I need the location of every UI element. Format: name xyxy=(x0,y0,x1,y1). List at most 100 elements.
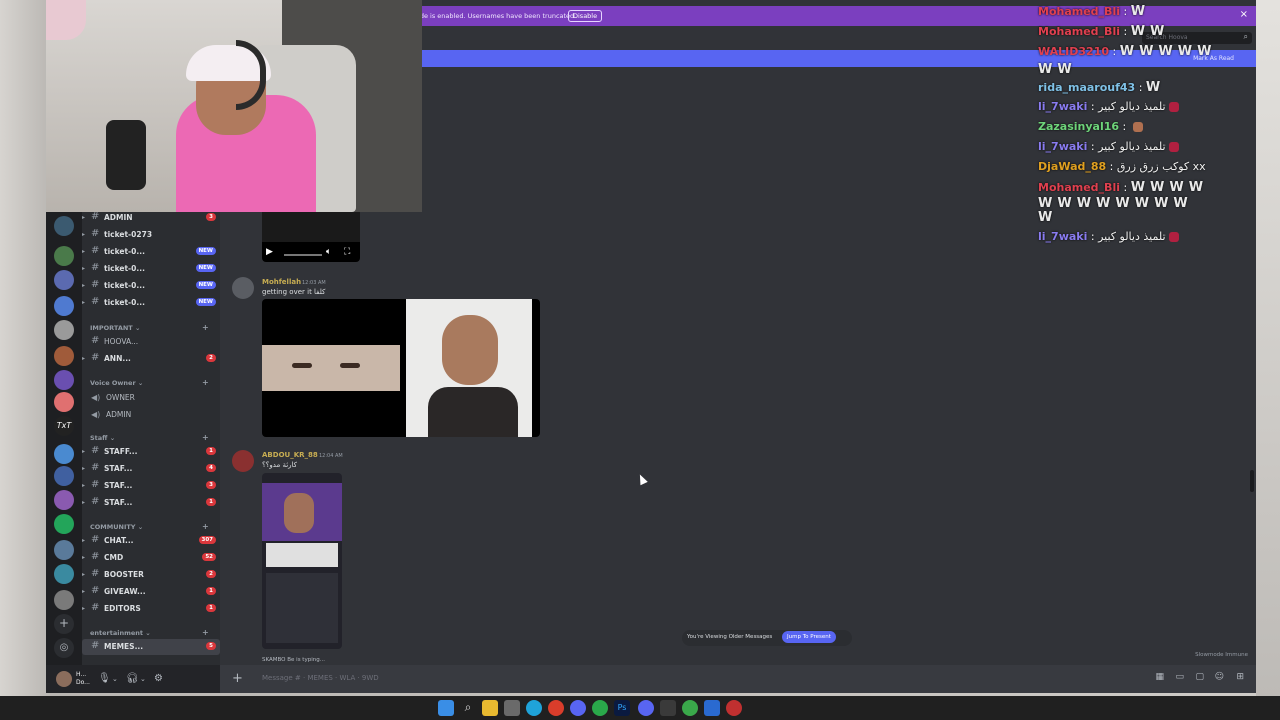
channel-item[interactable]: ▸ # CMD 52 xyxy=(82,550,220,566)
edge-icon[interactable] xyxy=(526,700,542,716)
server-icon[interactable] xyxy=(54,270,74,290)
server-icon[interactable]: TxT xyxy=(54,416,74,436)
server-icon[interactable] xyxy=(54,392,74,412)
add-channel-icon[interactable]: + xyxy=(202,628,209,637)
video-progress[interactable] xyxy=(284,254,322,256)
add-channel-icon[interactable]: + xyxy=(202,323,209,332)
channel-item[interactable]: ▸ # STAF... 3 xyxy=(82,478,220,494)
app-icon[interactable] xyxy=(682,700,698,716)
explore-icon[interactable]: ◎ xyxy=(54,638,74,658)
app-icon[interactable] xyxy=(660,700,676,716)
emote-icon xyxy=(1168,232,1179,242)
headphones-icon[interactable]: 🎧︎ xyxy=(126,673,139,684)
channel-item[interactable]: ▸ # ticket-0273 xyxy=(82,227,220,243)
overlay-username: li_7waki xyxy=(1038,140,1088,153)
emote-icon xyxy=(1168,142,1179,152)
channel-item[interactable]: ▸ # STAFF... 1 xyxy=(82,444,220,460)
channel-item[interactable]: ▸ # CHAT... 307 xyxy=(82,533,220,549)
collapse-arrow-icon: ▸ xyxy=(82,499,86,506)
channel-item[interactable]: ▸ # ticket-0... NEW xyxy=(82,261,220,277)
server-icon[interactable] xyxy=(54,540,74,560)
overlay-chat-line: Mohamed_Bli : W xyxy=(1038,4,1146,19)
avatar[interactable] xyxy=(232,450,254,472)
discord-icon[interactable] xyxy=(570,700,586,716)
chrome-icon[interactable] xyxy=(592,700,608,716)
obs-icon[interactable] xyxy=(726,700,742,716)
chevron-down-icon[interactable]: ⌄ xyxy=(140,675,146,683)
channel-item[interactable]: ▸ # ticket-0... NEW xyxy=(82,278,220,294)
add-channel-icon[interactable]: + xyxy=(202,522,209,531)
message-author[interactable]: ABDOU_KR_88 xyxy=(262,451,318,459)
category-voice-owner[interactable]: Voice Owner ⌄ + xyxy=(90,378,209,387)
avatar[interactable] xyxy=(232,277,254,299)
image-attachment[interactable] xyxy=(262,299,540,437)
server-icon[interactable] xyxy=(54,296,74,316)
category-entertainment[interactable]: entertainment ⌄ + xyxy=(90,628,209,637)
microphone-icon[interactable]: 🎙︎ xyxy=(98,673,111,684)
message-input[interactable]: Message # · MEMES · WLA · 9WD xyxy=(262,674,379,682)
add-attachment-icon[interactable]: + xyxy=(232,671,243,686)
fullscreen-icon[interactable]: ⛶ xyxy=(344,247,350,257)
server-icon[interactable] xyxy=(54,370,74,390)
server-icon[interactable] xyxy=(54,590,74,610)
add-channel-icon[interactable]: + xyxy=(202,378,209,387)
photoshop-icon[interactable]: Ps xyxy=(614,700,630,716)
server-icon[interactable] xyxy=(54,444,74,464)
channel-item[interactable]: ▸ # ADMIN 3 xyxy=(82,210,220,226)
disable-button[interactable]: Disable xyxy=(568,10,603,22)
message-text: كارثة مدو؟؟ xyxy=(262,461,298,469)
server-icon[interactable] xyxy=(54,514,74,534)
search-icon[interactable]: ⌕ xyxy=(460,700,476,716)
sticker-icon[interactable]: ▢ xyxy=(1195,672,1204,682)
add-channel-icon[interactable]: + xyxy=(202,433,209,442)
play-icon[interactable]: ▶ xyxy=(266,247,273,257)
w-emote-icon: W xyxy=(1119,44,1135,59)
channel-item[interactable]: ▸ # ANN... 2 xyxy=(82,351,220,367)
w-emote-icon: W xyxy=(1139,44,1154,59)
emoji-icon[interactable]: ☺ xyxy=(1215,672,1224,682)
store-icon[interactable] xyxy=(504,700,520,716)
category-staff[interactable]: Staff ⌄ + xyxy=(90,433,209,442)
server-icon[interactable] xyxy=(54,490,74,510)
server-icon[interactable] xyxy=(54,346,74,366)
gift-icon[interactable]: ▦ xyxy=(1155,672,1164,682)
channel-item[interactable]: ▸ # ticket-0... NEW xyxy=(82,295,220,311)
app-icon[interactable] xyxy=(704,700,720,716)
folder-icon[interactable] xyxy=(482,700,498,716)
speaker-icon: ◀) xyxy=(91,393,101,402)
category-community[interactable]: COMMUNITY ⌄ + xyxy=(90,522,209,531)
apps-icon[interactable]: ⊞ xyxy=(1236,672,1244,682)
gif-icon[interactable]: ▭ xyxy=(1175,672,1184,682)
overlay-username: DjaWad_88 xyxy=(1038,160,1107,173)
voice-channel-item[interactable]: ◀) OWNER xyxy=(82,390,220,406)
gear-icon[interactable]: ⚙ xyxy=(154,673,163,684)
server-icon[interactable] xyxy=(54,564,74,584)
video-attachment[interactable]: ▶ 🔈︎ ⛶ xyxy=(262,212,360,262)
jump-to-present-button[interactable]: Jump To Present xyxy=(782,631,836,643)
channel-item[interactable]: ▸ # STAF... 4 xyxy=(82,461,220,477)
channel-item[interactable]: ▸ # STAF... 1 xyxy=(82,495,220,511)
category-important[interactable]: IMPORTANT ⌄ + xyxy=(90,323,209,332)
image-attachment[interactable] xyxy=(262,473,342,649)
hash-icon: # xyxy=(91,568,100,579)
message-author[interactable]: Mohfellah xyxy=(262,278,301,286)
volume-icon[interactable]: 🔈︎ xyxy=(326,247,331,257)
avatar[interactable] xyxy=(56,671,72,687)
discord-active-icon[interactable] xyxy=(638,700,654,716)
chevron-down-icon[interactable]: ⌄ xyxy=(112,675,118,683)
channel-item-active[interactable]: # MEMES... 5 xyxy=(82,639,220,655)
channel-item[interactable]: ▸ # GIVEAW... 1 xyxy=(82,584,220,600)
server-icon[interactable] xyxy=(54,320,74,340)
add-server-icon[interactable]: + xyxy=(54,614,74,634)
server-icon[interactable] xyxy=(54,466,74,486)
browser-icon[interactable] xyxy=(548,700,564,716)
channel-item[interactable]: # HOOVA... xyxy=(82,334,220,350)
channel-item[interactable]: ▸ # BOOSTER 2 xyxy=(82,567,220,583)
server-icon[interactable] xyxy=(54,246,74,266)
voice-channel-item[interactable]: ◀) ADMIN xyxy=(82,407,220,423)
server-icon[interactable] xyxy=(54,216,74,236)
scrollbar[interactable] xyxy=(1250,470,1254,492)
channel-item[interactable]: ▸ # EDITORS 1 xyxy=(82,601,220,617)
channel-item[interactable]: ▸ # ticket-0... NEW xyxy=(82,244,220,260)
start-icon[interactable] xyxy=(438,700,454,716)
